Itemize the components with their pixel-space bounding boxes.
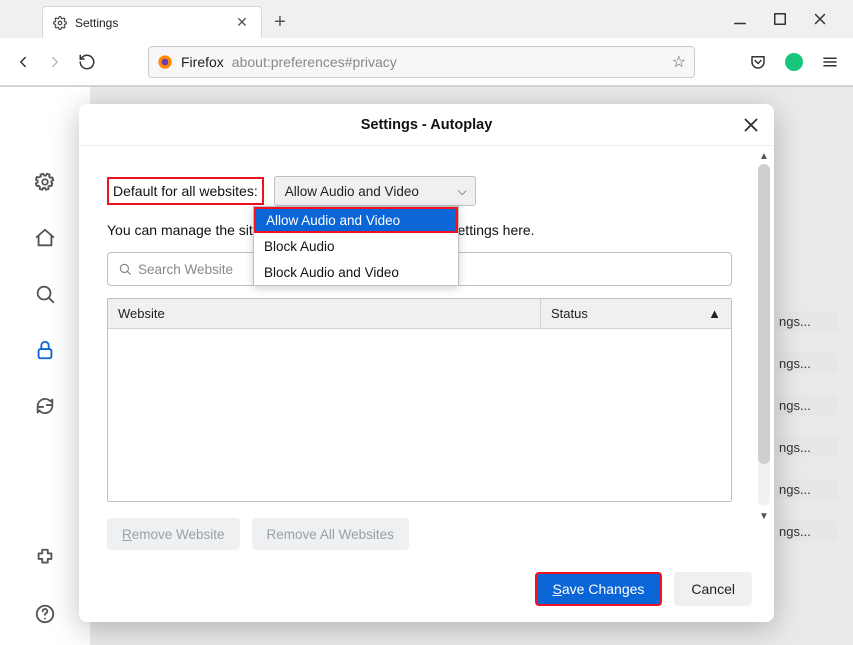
- new-tab-button[interactable]: +: [266, 8, 294, 36]
- url-path: about:preferences#privacy: [232, 54, 397, 70]
- extension-icon[interactable]: [785, 53, 803, 71]
- close-icon[interactable]: [740, 114, 762, 136]
- lock-icon[interactable]: [34, 339, 56, 361]
- default-label: Default for all websites:: [107, 177, 264, 205]
- identity-label: Firefox: [181, 54, 224, 70]
- scroll-up-icon[interactable]: ▲: [758, 150, 770, 162]
- scroll-down-icon[interactable]: ▼: [758, 510, 770, 522]
- default-dropdown[interactable]: Allow Audio and Video ⌵: [274, 176, 476, 206]
- firefox-icon: [157, 54, 173, 70]
- menu-icon[interactable]: [821, 53, 839, 71]
- help-icon[interactable]: [34, 603, 56, 625]
- bg-btn: ngs...: [777, 521, 837, 541]
- dropdown-option[interactable]: Block Audio: [254, 233, 458, 259]
- bg-btn: ngs...: [777, 395, 837, 415]
- pocket-icon[interactable]: [749, 53, 767, 71]
- cancel-button[interactable]: Cancel: [674, 572, 752, 606]
- dropdown-option[interactable]: Allow Audio and Video: [254, 207, 458, 233]
- reload-button[interactable]: [78, 53, 96, 71]
- save-button[interactable]: Save Changes: [535, 572, 663, 606]
- modal-title: Settings - Autoplay: [361, 117, 493, 133]
- tab-title: Settings: [75, 16, 118, 30]
- modal-footer: Save Changes Cancel: [535, 572, 752, 606]
- gear-icon[interactable]: [34, 171, 56, 193]
- bg-btn: ngs...: [777, 479, 837, 499]
- browser-toolbar: Firefox about:preferences#privacy ☆: [0, 38, 853, 86]
- remove-all-button[interactable]: Remove All Websites: [252, 518, 409, 550]
- search-icon: [118, 262, 132, 276]
- gear-icon: [53, 16, 67, 30]
- websites-table: Website Status ▲: [107, 298, 732, 502]
- window-controls: [731, 0, 849, 38]
- search-placeholder: Search Website: [138, 262, 233, 277]
- extensions-icon[interactable]: [34, 547, 56, 569]
- table-body: [108, 329, 731, 501]
- column-website[interactable]: Website: [108, 299, 541, 328]
- bg-btn: ngs...: [777, 311, 837, 331]
- back-button[interactable]: [14, 53, 32, 71]
- remove-website-button[interactable]: Remove Website: [107, 518, 240, 550]
- close-tab-icon[interactable]: ✕: [233, 14, 251, 32]
- modal-header: Settings - Autoplay: [79, 104, 774, 146]
- dropdown-option[interactable]: Block Audio and Video: [254, 259, 458, 285]
- bookmark-star-icon[interactable]: ☆: [672, 52, 686, 72]
- search-icon[interactable]: [34, 283, 56, 305]
- autoplay-modal: Settings - Autoplay ▲ ▼ Default for all …: [79, 104, 774, 622]
- dropdown-selected: Allow Audio and Video: [285, 184, 419, 199]
- address-bar[interactable]: Firefox about:preferences#privacy ☆: [148, 46, 695, 78]
- chevron-down-icon: ⌵: [458, 184, 467, 199]
- bg-btn: ngs...: [777, 353, 837, 373]
- titlebar: Settings ✕ +: [0, 0, 853, 38]
- dropdown-menu: Allow Audio and Video Block Audio Block …: [253, 206, 459, 286]
- maximize-icon[interactable]: [771, 10, 789, 28]
- home-icon[interactable]: [34, 227, 56, 249]
- minimize-icon[interactable]: [731, 10, 749, 28]
- bg-btn: ngs...: [777, 437, 837, 457]
- scrollbar-thumb[interactable]: [758, 164, 770, 464]
- forward-button[interactable]: [46, 53, 64, 71]
- close-window-icon[interactable]: [811, 10, 829, 28]
- content-area: ngs... ngs... ngs... ngs... ngs... ngs..…: [0, 86, 853, 645]
- background-buttons: ngs... ngs... ngs... ngs... ngs... ngs..…: [777, 311, 837, 541]
- sort-icon: ▲: [708, 306, 721, 321]
- sync-icon[interactable]: [34, 395, 56, 417]
- modal-body: ▲ ▼ Default for all websites: Allow Audi…: [79, 146, 774, 622]
- browser-tab[interactable]: Settings ✕: [42, 6, 262, 38]
- column-status[interactable]: Status ▲: [541, 299, 731, 328]
- settings-sidebar: [0, 87, 90, 645]
